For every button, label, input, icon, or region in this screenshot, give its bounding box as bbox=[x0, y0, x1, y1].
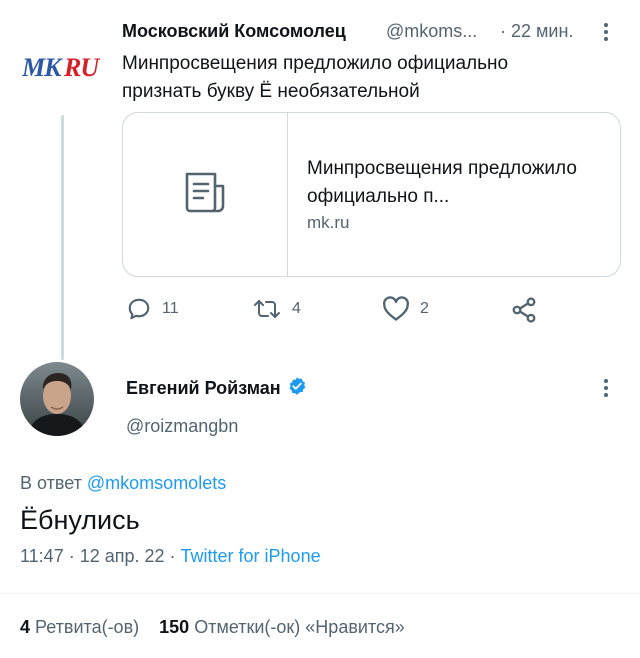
retweets-stat[interactable]: 4 Ретвита(-ов) bbox=[20, 617, 139, 637]
quoted-tweet-text: Минпросвещения предложило официально при… bbox=[122, 53, 509, 102]
likes-label: Отметки(-ок) «Нравится» bbox=[194, 617, 405, 637]
tweet-source-link[interactable]: Twitter for iPhone bbox=[181, 546, 321, 566]
divider bbox=[0, 593, 640, 594]
author-name[interactable]: Евгений Ройзман bbox=[126, 376, 307, 401]
share-button[interactable] bbox=[510, 296, 538, 324]
likes-count: 150 bbox=[159, 617, 190, 637]
heart-icon bbox=[382, 296, 410, 322]
svg-text:RU: RU bbox=[63, 53, 100, 82]
reply-icon bbox=[126, 296, 152, 322]
reply-to-link[interactable]: @mkomsomolets bbox=[87, 473, 226, 493]
author-handle[interactable]: @roizmangbn bbox=[126, 416, 238, 437]
retweets-label: Ретвита(-ов) bbox=[35, 617, 140, 637]
retweet-count: 4 bbox=[292, 300, 301, 317]
tweet-stats: 4 Ретвита(-ов) 150 Отметки(-ок) «Нравитс… bbox=[20, 617, 405, 638]
retweet-icon bbox=[252, 296, 282, 322]
verified-badge-icon bbox=[287, 376, 307, 401]
svg-text:MK: MK bbox=[22, 53, 63, 82]
reply-prefix: В ответ bbox=[20, 473, 82, 493]
like-button[interactable]: 2 bbox=[382, 296, 429, 322]
reply-context: В ответ @mkomsomolets bbox=[20, 473, 226, 494]
quoted-author-handle[interactable]: @mkoms... bbox=[386, 21, 477, 42]
link-preview-card[interactable]: Минпросвещения предложило официально п..… bbox=[122, 112, 621, 277]
tweet-text: Ёбнулись bbox=[20, 505, 140, 535]
card-thumbnail bbox=[123, 113, 288, 276]
avatar[interactable] bbox=[20, 362, 94, 436]
tweet-timestamp[interactable]: 11:47 · 12 апр. 22 · bbox=[20, 546, 176, 566]
reply-count: 11 bbox=[162, 300, 179, 317]
document-icon bbox=[181, 170, 229, 219]
like-count: 2 bbox=[420, 300, 429, 317]
more-options-icon[interactable] bbox=[596, 376, 616, 400]
likes-stat[interactable]: 150 Отметки(-ок) «Нравится» bbox=[159, 617, 405, 637]
quoted-tweet-time[interactable]: · 22 мин. bbox=[500, 21, 573, 42]
tweet-meta: 11:47 · 12 апр. 22 · Twitter for iPhone bbox=[20, 546, 321, 567]
share-icon bbox=[510, 296, 538, 324]
quoted-author-name[interactable]: Московский Комсомолец bbox=[122, 21, 346, 42]
author-name-text: Евгений Ройзман bbox=[126, 378, 281, 398]
card-domain: mk.ru bbox=[307, 213, 350, 232]
mk-ru-logo[interactable]: MK RU bbox=[21, 52, 104, 82]
more-options-icon[interactable] bbox=[596, 20, 616, 44]
retweet-button[interactable]: 4 bbox=[252, 296, 301, 322]
retweets-count: 4 bbox=[20, 617, 31, 637]
card-title: Минпросвещения предложило официально п..… bbox=[307, 158, 577, 207]
thread-line bbox=[61, 115, 64, 360]
reply-button[interactable]: 11 bbox=[126, 296, 179, 322]
